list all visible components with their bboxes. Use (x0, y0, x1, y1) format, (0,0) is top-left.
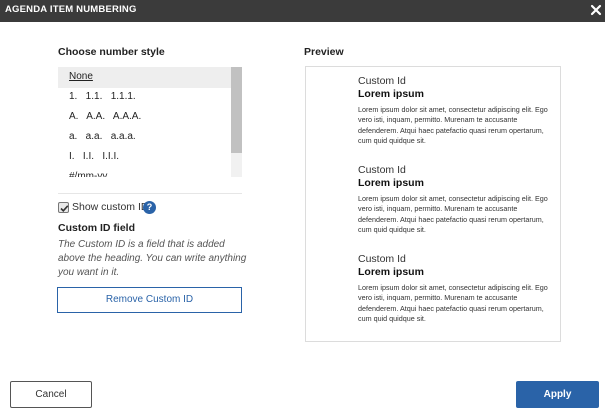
preview-entry: Custom Id Lorem ipsum Lorem ipsum dolor … (358, 253, 554, 325)
preview-entry: Custom Id Lorem ipsum Lorem ipsum dolor … (358, 164, 554, 236)
list-scrollbar-track[interactable] (231, 67, 242, 177)
custom-id-field-label: Custom ID field (58, 222, 136, 234)
number-style-label: Choose number style (58, 46, 165, 58)
preview-custom-id: Custom Id (358, 164, 406, 176)
custom-id-help-text: The Custom ID is a field that is added a… (58, 239, 247, 278)
preview-heading: Lorem ipsum (358, 266, 424, 278)
number-style-option-roman[interactable]: I. I.I. I.I.I. (58, 147, 231, 168)
preview-heading: Lorem ipsum (358, 177, 424, 189)
preview-heading: Lorem ipsum (358, 88, 424, 100)
checkmark-icon (60, 205, 69, 212)
remove-custom-id-button[interactable]: Remove Custom ID (57, 287, 242, 313)
preview-entry: Custom Id Lorem ipsum Lorem ipsum dolor … (358, 75, 554, 147)
number-style-option-date[interactable]: #/mm-yy (58, 167, 231, 177)
number-style-option-upper-alpha[interactable]: A. A.A. A.A.A. (58, 107, 231, 128)
preview-body-text: Lorem ipsum dolor sit amet, consectetur … (358, 105, 548, 146)
show-custom-id-checkbox[interactable] (58, 202, 69, 213)
preview-panel: Custom Id Lorem ipsum Lorem ipsum dolor … (305, 66, 561, 342)
apply-button[interactable]: Apply (516, 381, 599, 408)
close-icon[interactable] (588, 2, 604, 18)
show-custom-id-label[interactable]: Show custom ID (72, 201, 148, 213)
preview-label: Preview (304, 46, 344, 58)
number-style-option-none[interactable]: None (58, 67, 231, 88)
preview-body-text: Lorem ipsum dolor sit amet, consectetur … (358, 194, 548, 235)
dialog-title: AGENDA ITEM NUMBERING (5, 4, 137, 15)
preview-body-text: Lorem ipsum dolor sit amet, consectetur … (358, 283, 548, 324)
list-scrollbar-thumb[interactable] (231, 67, 242, 153)
dialog-header: AGENDA ITEM NUMBERING (0, 0, 605, 22)
divider (58, 193, 242, 194)
preview-custom-id: Custom Id (358, 75, 406, 87)
question-circle-icon[interactable]: ? (143, 201, 156, 214)
number-style-option-lower-alpha[interactable]: a. a.a. a.a.a. (58, 127, 231, 148)
preview-custom-id: Custom Id (358, 253, 406, 265)
number-style-option-numeric[interactable]: 1. 1.1. 1.1.1. (58, 87, 231, 108)
agenda-numbering-dialog: AGENDA ITEM NUMBERING Choose number styl… (0, 0, 605, 417)
number-style-list: None 1. 1.1. 1.1.1. A. A.A. A.A.A. a. a.… (58, 67, 242, 177)
cancel-button[interactable]: Cancel (10, 381, 92, 408)
